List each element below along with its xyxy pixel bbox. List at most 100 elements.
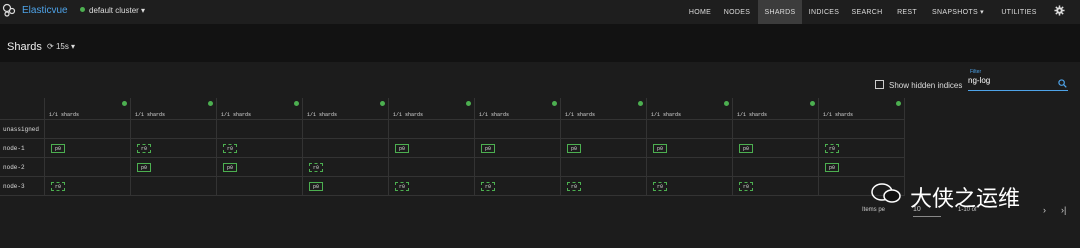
nav-search[interactable]: SEARCH [848,0,886,24]
nav-utilities[interactable]: UTILITIES [996,0,1042,24]
refresh-interval-selector[interactable]: ⟳ 15s ▾ [47,42,75,51]
shard-cell [45,158,131,177]
elasticvue-logo-icon [2,3,16,17]
index-health-dot [294,101,299,106]
per-page-underline [913,216,941,217]
index-column-header[interactable]: 1/1 shards [217,98,303,120]
shard-count: 1/1 shards [651,112,682,118]
show-hidden-label: Show hidden indices [889,81,963,90]
node-row-header: node-1 [0,139,45,158]
cluster-name: default cluster [89,6,139,15]
shard-cell: p0 [733,139,819,158]
index-health-dot [724,101,729,106]
nav-snapshots[interactable]: SNAPSHOTS ▾ [926,0,990,24]
filter-underline [968,90,1068,91]
index-health-dot [466,101,471,106]
shard-cell [131,120,217,139]
node-name: unassigned [3,126,40,133]
next-page-button[interactable]: › [1043,205,1046,215]
index-column-header[interactable]: 1/1 shards [303,98,389,120]
index-health-dot [208,101,213,106]
primary-shard[interactable]: p0 [481,144,495,153]
shard-cell [733,120,819,139]
shard-cell: p0 [131,158,217,177]
nav-rest[interactable]: REST [892,0,922,24]
replica-shard[interactable]: r0 [51,182,65,191]
cluster-selector[interactable]: default cluster ▾ [80,6,145,15]
index-column-header[interactable]: 1/1 shards [131,98,217,120]
shard-cell [45,120,131,139]
index-column-header[interactable]: 1/1 shards [475,98,561,120]
replica-shard[interactable]: r0 [739,182,753,191]
filter-input[interactable]: ng-log [968,76,1058,88]
watermark-text: 大侠之运维 [910,187,1021,212]
gear-icon[interactable] [1054,5,1065,16]
primary-shard[interactable]: p0 [309,182,323,191]
shard-cell: p0 [647,139,733,158]
grid-corner [0,98,45,120]
replica-shard[interactable]: r0 [137,144,151,153]
index-health-dot [380,101,385,106]
primary-shard[interactable]: p0 [567,144,581,153]
index-health-dot [638,101,643,106]
node-row-header: node-2 [0,158,45,177]
primary-shard[interactable]: p0 [137,163,151,172]
last-page-button[interactable]: ›| [1061,205,1066,215]
index-column-header[interactable]: 1/1 shards [647,98,733,120]
shard-cell: r0 [45,177,131,196]
shard-cell [475,120,561,139]
app-title[interactable]: Elasticvue [22,5,68,16]
shard-cell: r0 [733,177,819,196]
nav-home[interactable]: HOME [683,0,717,24]
replica-shard[interactable]: r0 [481,182,495,191]
index-column-header[interactable]: 1/1 shards [561,98,647,120]
refresh-interval: 15s ▾ [55,42,76,51]
shard-count: 1/1 shards [479,112,510,118]
shard-cell [475,158,561,177]
shard-cell [131,177,217,196]
filter-label: Filter [970,69,982,75]
index-column-header[interactable]: 1/1 shards [389,98,475,120]
node-row-header: unassigned [0,120,45,139]
shard-count: 1/1 shards [737,112,768,118]
top-app-bar: Elasticvue default cluster ▾ HOME NODES … [0,0,1080,24]
primary-shard[interactable]: p0 [739,144,753,153]
node-name: node-2 [3,164,25,171]
shard-cell [561,120,647,139]
shard-count: 1/1 shards [221,112,252,118]
shard-cell [217,177,303,196]
show-hidden-checkbox[interactable] [875,80,884,89]
shard-cell: p0 [561,139,647,158]
nav-indices[interactable]: INDICES [805,0,843,24]
replica-shard[interactable]: r0 [825,144,839,153]
index-column-header[interactable]: 1/1 shards [733,98,819,120]
primary-shard[interactable]: p0 [51,144,65,153]
replica-shard[interactable]: r0 [653,182,667,191]
replica-shard[interactable]: r0 [395,182,409,191]
nav-nodes[interactable]: NODES [720,0,754,24]
replica-shard[interactable]: r0 [567,182,581,191]
search-icon[interactable] [1058,79,1067,88]
shard-cell: r0 [647,177,733,196]
shard-cell [389,120,475,139]
shard-cell [217,120,303,139]
primary-shard[interactable]: p0 [653,144,667,153]
replica-shard[interactable]: r0 [223,144,237,153]
shard-cell: r0 [561,177,647,196]
index-health-dot [122,101,127,106]
primary-shard[interactable]: p0 [825,163,839,172]
shard-cell [561,158,647,177]
index-column-header[interactable]: 1/1 shards [45,98,131,120]
primary-shard[interactable]: p0 [223,163,237,172]
shard-count: 1/1 shards [49,112,80,118]
shard-cell: r0 [819,139,905,158]
primary-shard[interactable]: p0 [395,144,409,153]
node-name: node-1 [3,145,25,152]
nav-shards[interactable]: SHARDS [758,0,802,24]
shard-cell: p0 [819,158,905,177]
index-column-header[interactable]: 1/1 shards [819,98,905,120]
shard-cell: r0 [389,177,475,196]
replica-shard[interactable]: r0 [309,163,323,172]
shard-cell: p0 [303,177,389,196]
shard-cell: r0 [303,158,389,177]
